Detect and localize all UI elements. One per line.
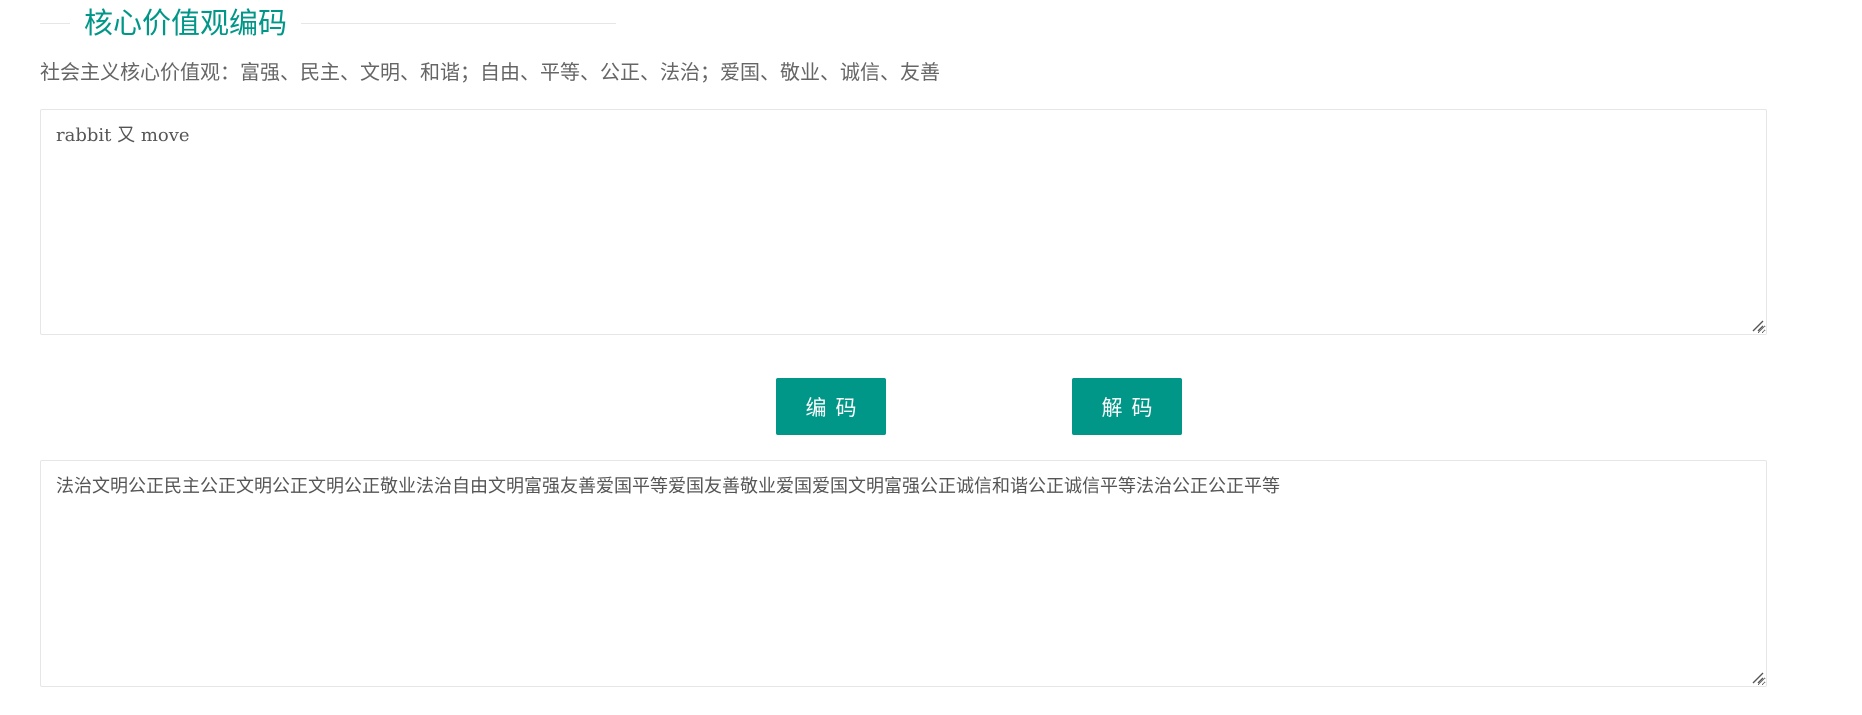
title-divider-left	[40, 22, 70, 24]
decode-button[interactable]: 解码	[1072, 378, 1182, 435]
plaintext-input[interactable]: rabbit 又 move	[40, 109, 1767, 335]
core-values-encoder-page: 核心价值观编码 社会主义核心价值观：富强、民主、文明、和谐；自由、平等、公正、法…	[0, 0, 1862, 715]
page-subtitle: 社会主义核心价值观：富强、民主、文明、和谐；自由、平等、公正、法治；爱国、敬业、…	[40, 60, 940, 84]
section-title-bar: 核心价值观编码	[40, 4, 616, 42]
encode-button[interactable]: 编码	[776, 378, 886, 435]
title-divider-right	[301, 22, 616, 24]
page-title: 核心价值观编码	[84, 6, 288, 40]
encoded-output[interactable]: 法治文明公正民主公正文明公正文明公正敬业法治自由文明富强友善爱国平等爱国友善敬业…	[40, 460, 1767, 687]
